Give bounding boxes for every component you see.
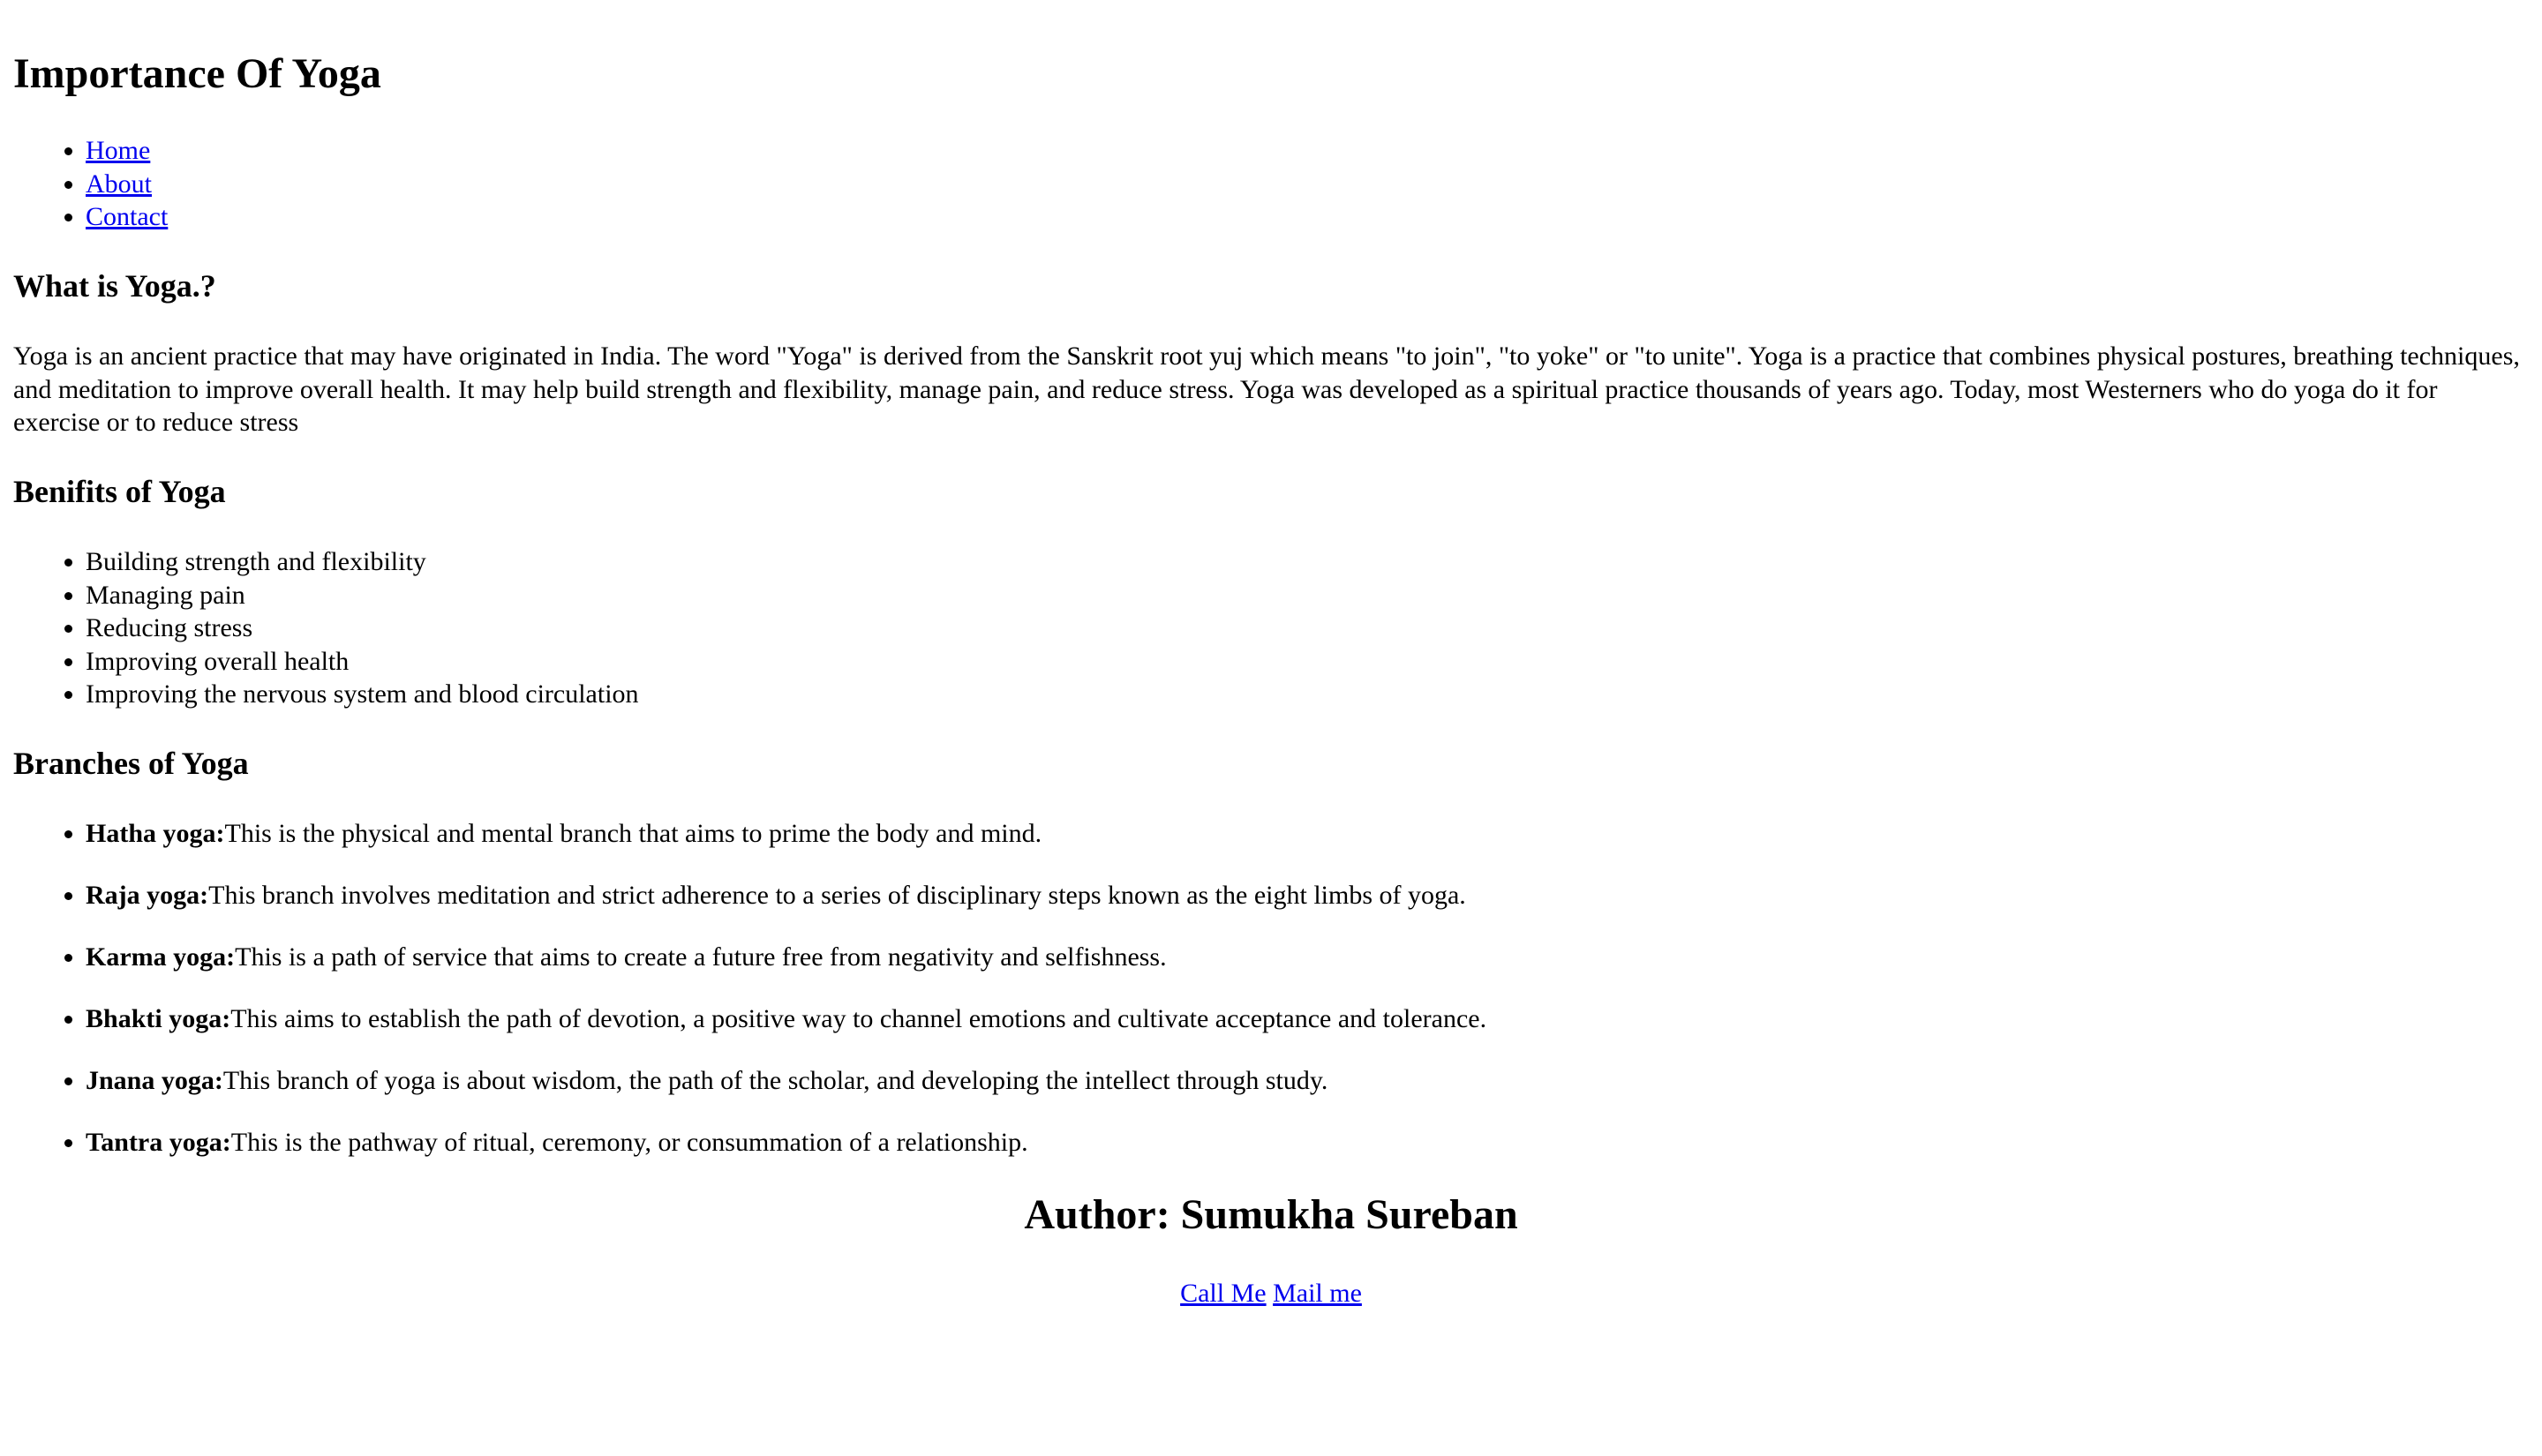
nav-link-home[interactable]: Home (86, 136, 150, 165)
benefits-list: Building strength and flexibility Managi… (13, 545, 2529, 711)
branch-name: Tantra yoga: (86, 1128, 231, 1157)
what-is-yoga-text: Yoga is an ancient practice that may hav… (13, 341, 2520, 437)
list-item: Reducing stress (86, 612, 2529, 645)
branches-list: Hatha yoga:This is the physical and ment… (13, 817, 2529, 1160)
branch-description: This aims to establish the path of devot… (230, 1004, 1487, 1033)
author-heading: Author: Sumukha Sureban (1024, 1191, 1518, 1238)
mail-me-link[interactable]: Mail me (1273, 1279, 1362, 1308)
branch-description: This branch of yoga is about wisdom, the… (222, 1066, 1328, 1095)
branch-name: Bhakti yoga: (86, 1004, 231, 1033)
branch-name: Raja yoga: (86, 881, 209, 910)
branch-description: This is the pathway of ritual, ceremony,… (230, 1128, 1028, 1157)
list-item: Building strength and flexibility (86, 545, 2529, 579)
list-item: Karma yoga:This is a path of service tha… (86, 941, 2529, 974)
call-me-link[interactable]: Call Me (1180, 1279, 1267, 1308)
list-item: Managing pain (86, 579, 2529, 612)
list-item: Raja yoga:This branch involves meditatio… (86, 879, 2529, 912)
nav-link-contact[interactable]: Contact (86, 202, 168, 231)
nav-item-contact: Contact (86, 200, 2529, 234)
branch-name: Jnana yoga: (86, 1066, 223, 1095)
list-item: Tantra yoga:This is the pathway of ritua… (86, 1126, 2529, 1160)
nav-item-about: About (86, 168, 2529, 201)
page: Importance Of Yoga Home About Contact Wh… (0, 0, 2542, 1456)
benefits-heading: Benifits of Yoga (13, 474, 226, 509)
branches-heading: Branches of Yoga (13, 746, 249, 781)
list-item: Hatha yoga:This is the physical and ment… (86, 817, 2529, 851)
branch-description: This branch involves meditation and stri… (208, 881, 1466, 910)
branch-name: Hatha yoga: (86, 819, 225, 848)
page-title: Importance Of Yoga (13, 50, 381, 97)
list-item: Improving overall health (86, 645, 2529, 679)
nav-menu: Home About Contact (13, 134, 2529, 234)
nav-link-about[interactable]: About (86, 169, 152, 199)
list-item: Jnana yoga:This branch of yoga is about … (86, 1064, 2529, 1098)
list-item: Improving the nervous system and blood c… (86, 678, 2529, 711)
branch-description: This is the physical and mental branch t… (224, 819, 1042, 848)
what-is-yoga-heading: What is Yoga.? (13, 268, 216, 304)
branch-name: Karma yoga: (86, 942, 236, 972)
contact-links: Call Me Mail me (0, 1277, 2542, 1310)
nav-item-home: Home (86, 134, 2529, 168)
list-item: Bhakti yoga:This aims to establish the p… (86, 1002, 2529, 1036)
branch-description: This is a path of service that aims to c… (235, 942, 1167, 972)
